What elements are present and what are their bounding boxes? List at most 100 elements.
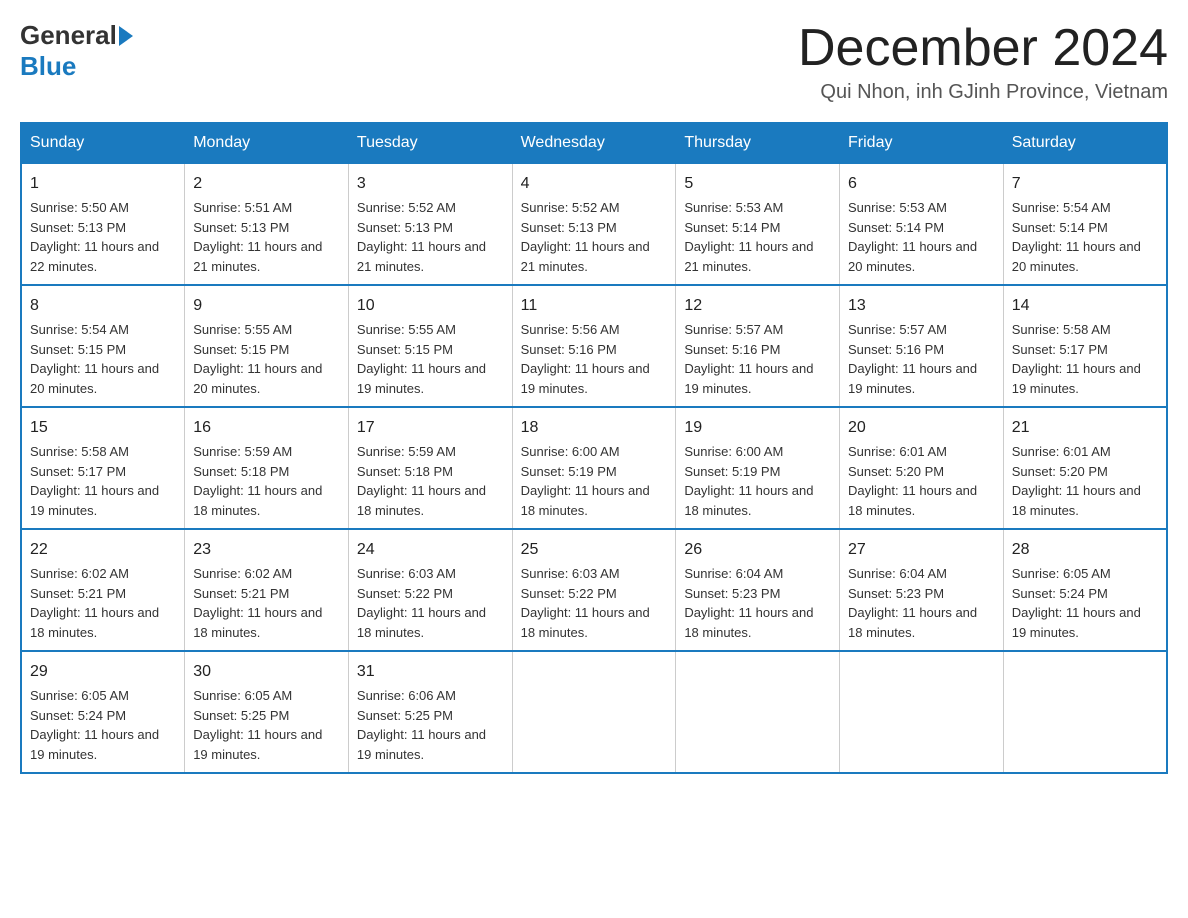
day-number: 21 (1012, 416, 1158, 440)
day-number: 25 (521, 538, 668, 562)
calendar-cell: 9 Sunrise: 5:55 AMSunset: 5:15 PMDayligh… (185, 285, 349, 407)
day-number: 15 (30, 416, 176, 440)
day-info: Sunrise: 5:59 AMSunset: 5:18 PMDaylight:… (193, 444, 322, 518)
calendar-cell: 19 Sunrise: 6:00 AMSunset: 5:19 PMDaylig… (676, 407, 840, 529)
day-info: Sunrise: 5:54 AMSunset: 5:14 PMDaylight:… (1012, 200, 1141, 274)
calendar-week-row: 15 Sunrise: 5:58 AMSunset: 5:17 PMDaylig… (21, 407, 1167, 529)
calendar-cell: 10 Sunrise: 5:55 AMSunset: 5:15 PMDaylig… (348, 285, 512, 407)
day-info: Sunrise: 6:02 AMSunset: 5:21 PMDaylight:… (193, 566, 322, 640)
col-header-thursday: Thursday (676, 123, 840, 163)
calendar-cell: 2 Sunrise: 5:51 AMSunset: 5:13 PMDayligh… (185, 163, 349, 285)
calendar-cell: 11 Sunrise: 5:56 AMSunset: 5:16 PMDaylig… (512, 285, 676, 407)
day-info: Sunrise: 6:02 AMSunset: 5:21 PMDaylight:… (30, 566, 159, 640)
day-info: Sunrise: 6:04 AMSunset: 5:23 PMDaylight:… (684, 566, 813, 640)
calendar-cell: 17 Sunrise: 5:59 AMSunset: 5:18 PMDaylig… (348, 407, 512, 529)
day-info: Sunrise: 6:00 AMSunset: 5:19 PMDaylight:… (684, 444, 813, 518)
calendar-cell: 30 Sunrise: 6:05 AMSunset: 5:25 PMDaylig… (185, 651, 349, 773)
day-number: 29 (30, 660, 176, 684)
day-info: Sunrise: 5:54 AMSunset: 5:15 PMDaylight:… (30, 322, 159, 396)
day-number: 1 (30, 172, 176, 196)
col-header-sunday: Sunday (21, 123, 185, 163)
calendar-cell: 31 Sunrise: 6:06 AMSunset: 5:25 PMDaylig… (348, 651, 512, 773)
day-number: 24 (357, 538, 504, 562)
calendar-cell: 22 Sunrise: 6:02 AMSunset: 5:21 PMDaylig… (21, 529, 185, 651)
day-info: Sunrise: 5:55 AMSunset: 5:15 PMDaylight:… (193, 322, 322, 396)
day-info: Sunrise: 6:04 AMSunset: 5:23 PMDaylight:… (848, 566, 977, 640)
calendar-cell: 20 Sunrise: 6:01 AMSunset: 5:20 PMDaylig… (840, 407, 1004, 529)
calendar-cell: 12 Sunrise: 5:57 AMSunset: 5:16 PMDaylig… (676, 285, 840, 407)
day-number: 10 (357, 294, 504, 318)
calendar-cell: 18 Sunrise: 6:00 AMSunset: 5:19 PMDaylig… (512, 407, 676, 529)
calendar-cell: 21 Sunrise: 6:01 AMSunset: 5:20 PMDaylig… (1003, 407, 1167, 529)
col-header-wednesday: Wednesday (512, 123, 676, 163)
calendar-cell: 26 Sunrise: 6:04 AMSunset: 5:23 PMDaylig… (676, 529, 840, 651)
location-subtitle: Qui Nhon, inh GJinh Province, Vietnam (798, 81, 1168, 104)
day-info: Sunrise: 6:05 AMSunset: 5:24 PMDaylight:… (30, 688, 159, 762)
calendar-week-row: 29 Sunrise: 6:05 AMSunset: 5:24 PMDaylig… (21, 651, 1167, 773)
day-number: 5 (684, 172, 831, 196)
day-number: 11 (521, 294, 668, 318)
calendar-cell: 7 Sunrise: 5:54 AMSunset: 5:14 PMDayligh… (1003, 163, 1167, 285)
logo-general-text: General (20, 20, 117, 51)
day-info: Sunrise: 5:53 AMSunset: 5:14 PMDaylight:… (684, 200, 813, 274)
logo-blue-text: Blue (20, 51, 76, 81)
day-number: 2 (193, 172, 340, 196)
day-info: Sunrise: 5:55 AMSunset: 5:15 PMDaylight:… (357, 322, 486, 396)
day-number: 28 (1012, 538, 1158, 562)
day-number: 31 (357, 660, 504, 684)
day-number: 17 (357, 416, 504, 440)
day-info: Sunrise: 6:03 AMSunset: 5:22 PMDaylight:… (521, 566, 650, 640)
calendar-cell: 8 Sunrise: 5:54 AMSunset: 5:15 PMDayligh… (21, 285, 185, 407)
calendar-cell: 3 Sunrise: 5:52 AMSunset: 5:13 PMDayligh… (348, 163, 512, 285)
day-info: Sunrise: 6:00 AMSunset: 5:19 PMDaylight:… (521, 444, 650, 518)
calendar-cell: 24 Sunrise: 6:03 AMSunset: 5:22 PMDaylig… (348, 529, 512, 651)
day-info: Sunrise: 5:50 AMSunset: 5:13 PMDaylight:… (30, 200, 159, 274)
calendar-cell: 16 Sunrise: 5:59 AMSunset: 5:18 PMDaylig… (185, 407, 349, 529)
header: General Blue December 2024 Qui Nhon, inh… (20, 20, 1168, 104)
day-number: 6 (848, 172, 995, 196)
day-number: 19 (684, 416, 831, 440)
calendar-cell (512, 651, 676, 773)
calendar-cell: 14 Sunrise: 5:58 AMSunset: 5:17 PMDaylig… (1003, 285, 1167, 407)
calendar-cell: 23 Sunrise: 6:02 AMSunset: 5:21 PMDaylig… (185, 529, 349, 651)
day-number: 14 (1012, 294, 1158, 318)
col-header-friday: Friday (840, 123, 1004, 163)
calendar-cell: 13 Sunrise: 5:57 AMSunset: 5:16 PMDaylig… (840, 285, 1004, 407)
day-info: Sunrise: 5:51 AMSunset: 5:13 PMDaylight:… (193, 200, 322, 274)
col-header-monday: Monday (185, 123, 349, 163)
day-info: Sunrise: 6:06 AMSunset: 5:25 PMDaylight:… (357, 688, 486, 762)
day-number: 23 (193, 538, 340, 562)
calendar-cell: 27 Sunrise: 6:04 AMSunset: 5:23 PMDaylig… (840, 529, 1004, 651)
calendar-cell: 28 Sunrise: 6:05 AMSunset: 5:24 PMDaylig… (1003, 529, 1167, 651)
calendar-header-row: SundayMondayTuesdayWednesdayThursdayFrid… (21, 123, 1167, 163)
day-info: Sunrise: 5:59 AMSunset: 5:18 PMDaylight:… (357, 444, 486, 518)
calendar-cell: 5 Sunrise: 5:53 AMSunset: 5:14 PMDayligh… (676, 163, 840, 285)
day-number: 18 (521, 416, 668, 440)
day-info: Sunrise: 6:05 AMSunset: 5:25 PMDaylight:… (193, 688, 322, 762)
month-title: December 2024 (798, 20, 1168, 77)
day-info: Sunrise: 5:57 AMSunset: 5:16 PMDaylight:… (848, 322, 977, 396)
col-header-tuesday: Tuesday (348, 123, 512, 163)
calendar-week-row: 22 Sunrise: 6:02 AMSunset: 5:21 PMDaylig… (21, 529, 1167, 651)
day-number: 4 (521, 172, 668, 196)
day-number: 27 (848, 538, 995, 562)
day-info: Sunrise: 6:05 AMSunset: 5:24 PMDaylight:… (1012, 566, 1141, 640)
day-info: Sunrise: 5:52 AMSunset: 5:13 PMDaylight:… (357, 200, 486, 274)
calendar-cell: 29 Sunrise: 6:05 AMSunset: 5:24 PMDaylig… (21, 651, 185, 773)
calendar-cell (1003, 651, 1167, 773)
day-number: 9 (193, 294, 340, 318)
day-info: Sunrise: 5:58 AMSunset: 5:17 PMDaylight:… (30, 444, 159, 518)
day-number: 16 (193, 416, 340, 440)
calendar-cell: 15 Sunrise: 5:58 AMSunset: 5:17 PMDaylig… (21, 407, 185, 529)
day-info: Sunrise: 5:53 AMSunset: 5:14 PMDaylight:… (848, 200, 977, 274)
day-number: 13 (848, 294, 995, 318)
day-number: 12 (684, 294, 831, 318)
calendar-cell: 25 Sunrise: 6:03 AMSunset: 5:22 PMDaylig… (512, 529, 676, 651)
title-area: December 2024 Qui Nhon, inh GJinh Provin… (798, 20, 1168, 104)
day-info: Sunrise: 5:57 AMSunset: 5:16 PMDaylight:… (684, 322, 813, 396)
calendar-cell: 1 Sunrise: 5:50 AMSunset: 5:13 PMDayligh… (21, 163, 185, 285)
logo-triangle-icon (119, 26, 133, 46)
day-number: 22 (30, 538, 176, 562)
day-info: Sunrise: 5:58 AMSunset: 5:17 PMDaylight:… (1012, 322, 1141, 396)
logo: General Blue (20, 20, 135, 82)
